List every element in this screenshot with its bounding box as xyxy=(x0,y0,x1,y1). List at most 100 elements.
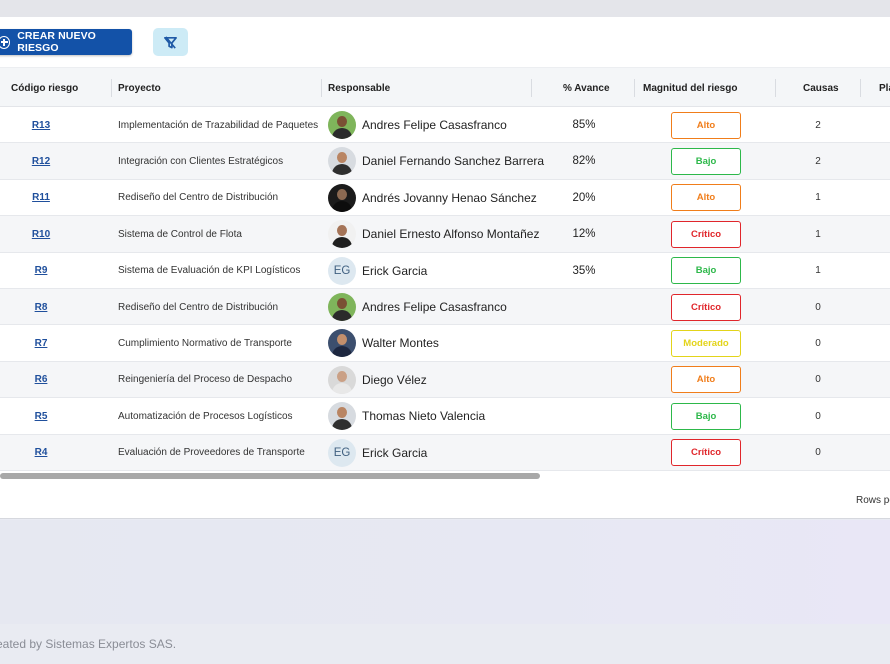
progress-value xyxy=(548,435,620,471)
project-name: Rediseño del Centro de Distribución xyxy=(118,301,279,313)
project-name: Automatización de Procesos Logísticos xyxy=(118,410,293,422)
avatar xyxy=(328,365,356,394)
column-divider[interactable] xyxy=(111,79,112,97)
owner-cell: Andres Felipe Casasfranco xyxy=(328,289,548,325)
column-divider[interactable] xyxy=(321,79,322,97)
causes-count: 0 xyxy=(815,301,821,313)
table-header: Código riesgo Proyecto Responsable % Ava… xyxy=(0,67,890,107)
risk-code-link[interactable]: R6 xyxy=(0,362,82,398)
causes-count: 1 xyxy=(815,192,821,204)
progress-value: 82% xyxy=(572,155,596,168)
risk-code-link[interactable]: R8 xyxy=(0,289,82,325)
progress-value xyxy=(548,398,620,434)
project-name: Integración con Clientes Estratégicos xyxy=(118,155,284,167)
table-row[interactable]: R10 Sistema de Control de Flota Daniel Ern… xyxy=(0,216,890,253)
avatar xyxy=(328,111,356,139)
progress-value: 20% xyxy=(572,191,596,204)
magnitude-cell: Bajo xyxy=(660,253,752,289)
magnitude-cell: Alto xyxy=(660,180,752,216)
project-name: Reingeniería del Proceso de Despacho xyxy=(118,374,292,386)
header-partial[interactable]: Pla xyxy=(879,68,890,108)
header-owner[interactable]: Responsable xyxy=(328,68,390,108)
causes-count: 1 xyxy=(815,228,821,240)
column-divider[interactable] xyxy=(775,79,776,97)
project-name: Sistema de Evaluación de KPI Logísticos xyxy=(118,265,301,277)
owner-name: Andres Felipe Casasfranco xyxy=(362,300,507,314)
progress-value xyxy=(548,289,620,325)
header-code[interactable]: Código riesgo xyxy=(11,68,78,108)
table-row[interactable]: R8 Rediseño del Centro de Distribución And… xyxy=(0,289,890,326)
header-project[interactable]: Proyecto xyxy=(118,68,161,108)
owner-cell: Diego Vélez xyxy=(328,362,548,398)
owner-name: Diego Vélez xyxy=(362,372,427,387)
progress-value: 35% xyxy=(572,264,596,277)
magnitude-cell: Moderado xyxy=(660,325,752,361)
project-name: Sistema de Control de Flota xyxy=(118,228,242,240)
owner-name: Erick Garcia xyxy=(362,445,428,460)
table-row[interactable]: R6 Reingeniería del Proceso de Despacho Di… xyxy=(0,361,890,399)
avatar: EG xyxy=(328,438,356,467)
magnitude-badge: Bajo xyxy=(671,147,741,175)
magnitude-badge: Bajo xyxy=(671,402,741,430)
horizontal-scrollbar-thumb[interactable] xyxy=(0,473,540,479)
rows-per-page-label: Rows po xyxy=(856,495,890,506)
footer-credit: eated by Sistemas Expertos SAS. xyxy=(0,637,177,651)
risk-code-link[interactable]: R10 xyxy=(0,216,82,252)
causes-count: 0 xyxy=(815,410,821,422)
create-risk-label: CREAR NUEVO RIESGO xyxy=(17,30,96,54)
causes-count: 2 xyxy=(815,155,821,167)
risk-code-link[interactable]: R5 xyxy=(0,398,82,434)
owner-cell: EG Erick Garcia xyxy=(328,435,548,471)
project-name: Rediseño del Centro de Distribución xyxy=(118,192,279,204)
risk-code-link[interactable]: R11 xyxy=(0,180,82,216)
risk-code-link[interactable]: R12 xyxy=(0,143,82,179)
risk-code-link[interactable]: R7 xyxy=(0,325,82,361)
table-row[interactable]: R9 Sistema de Evaluación de KPI Logístico… xyxy=(0,253,890,289)
owner-cell: EG Erick Garcia xyxy=(328,253,548,289)
owner-cell: Walter Montes xyxy=(328,325,548,361)
owner-cell: Daniel Fernando Sanchez Barrera xyxy=(328,143,548,179)
avatar xyxy=(328,402,356,431)
column-divider[interactable] xyxy=(531,79,532,97)
avatar xyxy=(328,183,356,212)
toolbar: CREAR NUEVO RIESGO xyxy=(0,17,890,67)
owner-name: Daniel Ernesto Alfonso Montañez xyxy=(362,227,540,242)
risk-code-link[interactable]: R9 xyxy=(0,253,82,289)
owner-name: Andres Felipe Casasfranco xyxy=(362,118,507,132)
magnitude-badge: Crítico xyxy=(671,293,741,321)
avatar xyxy=(328,220,356,249)
table-row[interactable]: R13 Implementación de Trazabilidad de Paq… xyxy=(0,107,890,144)
header-progress[interactable]: % Avance xyxy=(563,68,610,108)
magnitude-cell: Alto xyxy=(660,107,752,143)
plus-circle-icon xyxy=(0,35,11,49)
magnitude-badge: Alto xyxy=(671,184,741,212)
owner-name: Walter Montes xyxy=(362,336,439,351)
column-divider[interactable] xyxy=(860,79,861,97)
progress-value: 85% xyxy=(572,119,596,131)
table-row[interactable]: R4 Evaluación de Proveedores de Transport… xyxy=(0,434,890,471)
risk-code-link[interactable]: R13 xyxy=(0,107,82,143)
column-divider[interactable] xyxy=(634,79,635,97)
magnitude-badge: Alto xyxy=(671,366,741,394)
header-causes[interactable]: Causas xyxy=(803,68,839,108)
owner-name: Andrés Jovanny Henao Sánchez xyxy=(362,190,537,205)
clear-filter-button[interactable] xyxy=(153,28,188,56)
magnitude-badge: Bajo xyxy=(671,257,741,285)
magnitude-cell: Crítico xyxy=(660,216,752,252)
magnitude-cell: Bajo xyxy=(660,143,752,179)
table-row[interactable]: R11 Rediseño del Centro de Distribución An… xyxy=(0,180,890,217)
progress-value: 12% xyxy=(572,228,596,241)
table-row[interactable]: R5 Automatización de Procesos Logísticos T… xyxy=(0,398,890,435)
magnitude-cell: Crítico xyxy=(660,435,752,471)
owner-cell: Thomas Nieto Valencia xyxy=(328,398,548,434)
header-magnitude[interactable]: Magnitud del riesgo xyxy=(643,68,737,108)
table-row[interactable]: R12 Integración con Clientes Estratégicos… xyxy=(0,143,890,180)
create-risk-button[interactable]: CREAR NUEVO RIESGO xyxy=(0,29,132,55)
avatar xyxy=(328,147,356,176)
progress-value xyxy=(548,325,620,361)
risk-code-link[interactable]: R4 xyxy=(0,435,82,471)
table-row[interactable]: R7 Cumplimiento Normativo de Transporte Wa… xyxy=(0,325,890,362)
progress-value xyxy=(548,362,620,398)
owner-name: Thomas Nieto Valencia xyxy=(362,409,486,424)
causes-count: 0 xyxy=(815,374,821,386)
